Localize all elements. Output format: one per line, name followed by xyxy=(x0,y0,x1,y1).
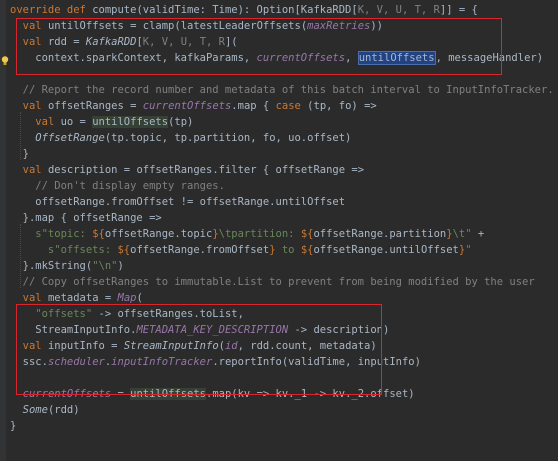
code-token: ${ xyxy=(300,228,314,240)
code-token: Map xyxy=(117,292,137,304)
highlight-box-rdd xyxy=(16,18,502,75)
code-token: offsetRange.fromOffset xyxy=(130,244,270,256)
code-token: offsetRange.untilOffset xyxy=(313,244,459,256)
code-token: s"topic: xyxy=(10,228,93,240)
code-token: \t" xyxy=(452,228,472,240)
code-line[interactable]: OffsetRange(tp.topic, tp.partition, fo, … xyxy=(10,130,351,146)
code-token: offsetRanges = xyxy=(47,100,143,112)
highlight-box-metadata xyxy=(16,304,382,395)
code-token: ${ xyxy=(117,244,131,256)
lightbulb-icon[interactable] xyxy=(1,56,9,66)
code-line[interactable]: s"topic: ${offsetRange.topic}\tpartition… xyxy=(10,226,484,242)
code-line[interactable]: val uo = untilOffsets(tp) xyxy=(10,114,193,130)
code-token: val xyxy=(22,100,48,112)
code-line[interactable]: override def compute(validTime: Time): O… xyxy=(10,2,478,18)
code-line[interactable]: // Copy offsetRanges to immutable.List t… xyxy=(10,274,535,290)
code-line[interactable]: }.map { offsetRange => xyxy=(10,210,162,226)
code-token: " xyxy=(465,244,472,256)
code-token: ]] = { xyxy=(439,4,478,16)
code-token: (rdd) xyxy=(47,404,80,416)
code-token: s"offsets: xyxy=(10,244,118,256)
code-token: }.mkString( xyxy=(10,260,93,272)
code-token: // Copy offsetRanges to immutable.List t… xyxy=(10,276,535,288)
code-token: to xyxy=(275,244,301,256)
code-token: (tp.topic, tp.partition, fo, uo.offset) xyxy=(104,132,352,144)
code-token: case xyxy=(275,100,308,112)
code-line[interactable]: s"offsets: ${offsetRange.fromOffset} to … xyxy=(10,242,472,258)
code-line[interactable]: offsetRange.fromOffset != offsetRange.un… xyxy=(10,194,345,210)
code-token: ${ xyxy=(92,228,105,240)
code-token: "\n" xyxy=(92,260,118,272)
code-token: }.map { offsetRange => xyxy=(10,212,162,224)
code-line[interactable]: val description = offsetRanges.filter { … xyxy=(10,162,364,178)
code-token: ( xyxy=(136,292,143,304)
code-line[interactable]: // Report the record number and metadata… xyxy=(10,82,554,98)
code-line[interactable]: } xyxy=(10,418,16,434)
code-token: (tp) xyxy=(168,116,194,128)
code-token: val xyxy=(22,292,48,304)
code-token: Some xyxy=(22,404,48,416)
code-token: override def xyxy=(10,4,93,16)
code-token: OffsetRange xyxy=(35,132,105,144)
editor-gutter xyxy=(0,0,6,461)
code-token: K, V, U, T, R xyxy=(357,4,440,16)
code-editor[interactable]: override def compute(validTime: Time): O… xyxy=(0,0,558,461)
code-token: offsetRange.partition xyxy=(313,228,447,240)
code-line[interactable]: }.mkString("\n") xyxy=(10,258,124,274)
code-token: // Don't display empty ranges. xyxy=(10,180,225,192)
code-token: currentOffsets xyxy=(142,100,232,112)
code-line[interactable]: val offsetRanges = currentOffsets.map { … xyxy=(10,98,377,114)
indent-guide xyxy=(20,224,22,288)
code-token: // Report the record number and metadata… xyxy=(10,84,554,96)
code-token: \tpartition: xyxy=(218,228,301,240)
code-token: untilOffsets xyxy=(92,116,169,128)
indent-guide xyxy=(20,112,22,160)
code-token: ${ xyxy=(300,244,314,256)
code-token: val xyxy=(35,116,61,128)
code-token: .map { xyxy=(231,100,276,112)
code-line[interactable]: // Don't display empty ranges. xyxy=(10,178,225,194)
code-line[interactable]: Some(rdd) xyxy=(10,402,80,418)
code-token: } xyxy=(10,420,17,432)
code-token: + xyxy=(471,228,485,240)
code-token: ) xyxy=(117,260,124,272)
code-token: compute(validTime: Time): Option[KafkaRD… xyxy=(92,4,358,16)
code-token: (tp, fo) => xyxy=(307,100,377,112)
code-token: metadata = xyxy=(47,292,118,304)
code-token: description = offsetRanges.filter { offs… xyxy=(47,164,365,176)
code-token: offsetRange.fromOffset != offsetRange.un… xyxy=(10,196,346,208)
code-token: offsetRange.topic xyxy=(104,228,213,240)
code-token: uo = xyxy=(60,116,93,128)
code-token: val xyxy=(22,164,48,176)
